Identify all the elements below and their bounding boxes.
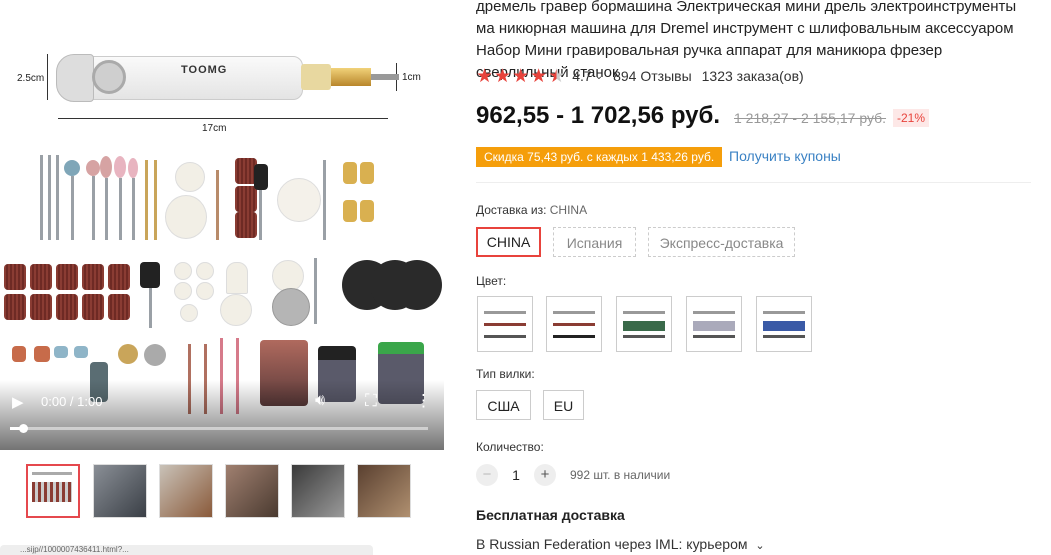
ship-from-label-text: Доставка из: <box>476 203 547 217</box>
quantity-minus-button[interactable]: − <box>476 464 498 486</box>
accessories-row-1 <box>0 150 444 245</box>
quantity-value[interactable]: 1 <box>498 467 534 483</box>
color-swatch-5[interactable] <box>756 296 812 352</box>
thumbnail-6[interactable] <box>357 464 411 518</box>
ship-from-value: CHINA <box>549 203 588 217</box>
product-video[interactable]: 2.5cm 17cm 1cm TOOMG ▶ 0:00 / 1:00 🔊︎ ⛶ … <box>0 0 444 450</box>
orders-count: 1323 заказа(ов) <box>701 68 804 84</box>
quantity-stepper: − 1 + 992 шт. в наличии <box>476 463 670 487</box>
delivery-info-text: В Russian Federation через IML: курьером <box>476 536 748 552</box>
price: 962,55 - 1 702,56 руб. <box>476 102 721 129</box>
rating-value[interactable]: 4.7 <box>572 68 591 84</box>
tool-neck <box>301 64 331 90</box>
coupon-badge: Скидка 75,43 руб. с каждых 1 433,26 руб. <box>476 147 723 167</box>
thumbnail-4[interactable] <box>225 464 279 518</box>
fullscreen-icon[interactable]: ⛶ <box>365 391 377 411</box>
volume-icon[interactable]: 🔊︎ <box>315 392 325 410</box>
thumbnail-5[interactable] <box>291 464 345 518</box>
old-price: 1 218,27 - 2 155,17 руб. <box>734 110 887 126</box>
stock-count: 992 шт. в наличии <box>570 468 671 482</box>
ship-from-label: Доставка из: CHINA <box>476 203 587 217</box>
tool-dial <box>92 60 126 94</box>
divider <box>476 182 1031 183</box>
tool-chuck <box>331 68 371 86</box>
tool-cap <box>56 54 94 102</box>
tool-bit <box>371 74 399 80</box>
chevron-down-icon[interactable]: ⌄ <box>755 540 764 552</box>
video-progress-handle[interactable] <box>18 424 28 433</box>
star-icon: ★ <box>476 65 494 87</box>
thumbnail-3[interactable] <box>159 464 213 518</box>
ship-option-china[interactable]: CHINA <box>476 227 541 257</box>
star-icon: ★ <box>512 65 530 87</box>
thumbnail-2[interactable] <box>93 464 147 518</box>
more-options-icon[interactable]: ⋮ <box>415 391 432 411</box>
quantity-plus-button[interactable]: + <box>534 464 556 486</box>
tip-dimension-label: 1cm <box>402 72 421 83</box>
rating-row: ★ ★ ★ ★ ★ 4.7 ⌄ 894 Отзывы 1323 заказа(о… <box>476 65 804 87</box>
length-dimension-label: 17cm <box>202 123 227 134</box>
quantity-label: Количество: <box>476 440 544 454</box>
color-swatch-4[interactable] <box>686 296 742 352</box>
thumbnail-1[interactable] <box>26 464 80 518</box>
color-swatch-2[interactable] <box>546 296 602 352</box>
half-star-icon: ★ <box>548 65 566 87</box>
accessories-row-2 <box>0 258 444 328</box>
color-swatch-3[interactable] <box>616 296 672 352</box>
ship-option-express[interactable]: Экспресс-доставка <box>648 227 795 257</box>
media-gallery: 2.5cm 17cm 1cm TOOMG ▶ 0:00 / 1:00 🔊︎ ⛶ … <box>0 0 445 555</box>
ship-option-spain[interactable]: Испания <box>553 227 636 257</box>
get-coupons-link[interactable]: Получить купоны <box>729 148 841 164</box>
height-dimension-label: 2.5cm <box>17 73 45 84</box>
plug-option-us[interactable]: США <box>476 390 531 420</box>
play-icon[interactable]: ▶ <box>12 393 24 411</box>
chevron-down-icon[interactable]: ⌄ <box>595 71 603 82</box>
plug-label: Тип вилки: <box>476 367 535 381</box>
delivery-title: Бесплатная доставка <box>476 507 625 523</box>
delivery-info[interactable]: В Russian Federation через IML: курьером… <box>476 536 765 552</box>
discount-badge: -21% <box>893 109 930 127</box>
video-controls <box>0 380 444 450</box>
color-label: Цвет: <box>476 274 507 288</box>
height-dimension-line <box>47 54 48 100</box>
star-icon: ★ <box>494 65 512 87</box>
tool-logo: TOOMG <box>181 64 228 76</box>
status-bar-url: ...sijp//1000007436411.html?... <box>0 545 373 555</box>
video-progress-bar[interactable] <box>10 424 428 433</box>
length-dimension-line <box>58 118 388 119</box>
reviews-count[interactable]: 894 Отзывы <box>613 68 692 84</box>
rotary-tool-image: TOOMG <box>56 52 399 102</box>
color-swatch-1[interactable] <box>477 296 533 352</box>
plug-option-eu[interactable]: EU <box>543 390 584 420</box>
video-time: 0:00 / 1:00 <box>41 394 103 409</box>
star-icon: ★ <box>530 65 548 87</box>
